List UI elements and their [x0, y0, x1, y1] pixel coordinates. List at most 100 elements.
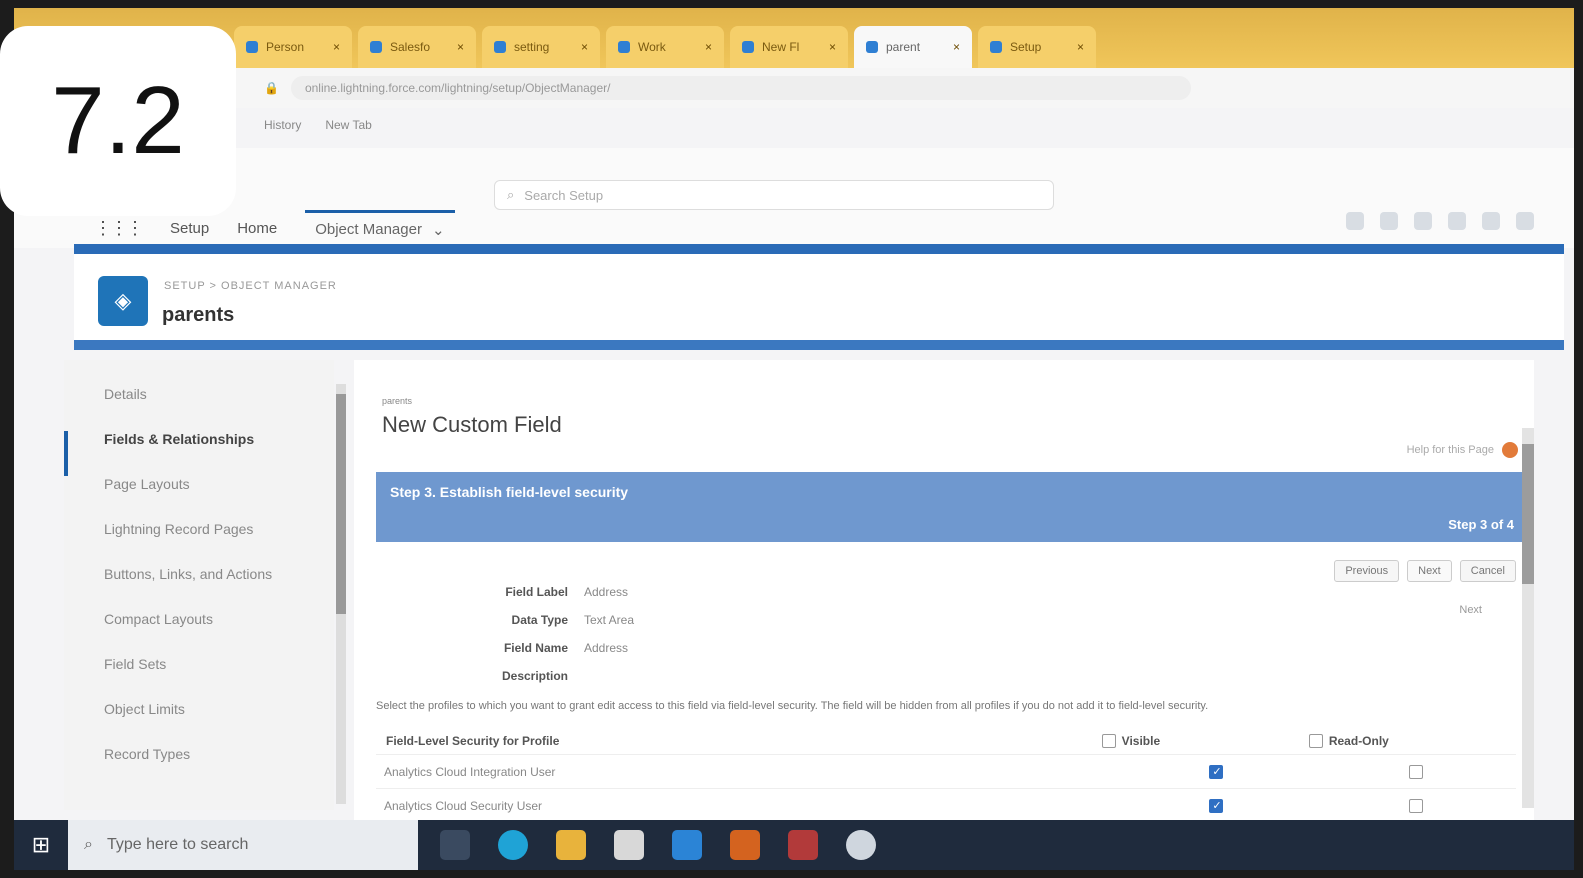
field-summary: Field Label Address Data Type Text Area Fi… — [474, 578, 634, 690]
avatar[interactable] — [1516, 212, 1534, 230]
main-scrollbar[interactable] — [1522, 428, 1534, 808]
previous-button[interactable]: Previous — [1334, 560, 1400, 582]
windows-start-icon[interactable]: ⊞ — [14, 820, 68, 870]
next-button[interactable]: Next — [1407, 560, 1452, 582]
step-count: Step 3 of 4 — [1448, 517, 1514, 532]
visible-col-label: Visible — [1121, 734, 1161, 748]
setup-search-input[interactable]: ⌕ Search Setup — [494, 180, 1054, 210]
sidebar-item-object-limits[interactable]: Object Limits — [64, 701, 334, 746]
app-launcher-icon[interactable]: ⋮⋮⋮ — [94, 218, 144, 239]
browser-tab-active[interactable]: parent × — [854, 26, 972, 68]
field-row: Description — [474, 662, 634, 690]
address-bar-row: 🔒 online.lightning.force.com/lightning/s… — [14, 68, 1574, 108]
store-icon[interactable] — [614, 830, 644, 860]
readonly-col-label: Read-Only — [1328, 734, 1389, 748]
tab-label: Person — [266, 40, 305, 54]
sidebar-scrollbar[interactable] — [336, 384, 346, 804]
add-icon[interactable] — [1380, 212, 1398, 230]
tab-label: Salesfo — [390, 40, 431, 54]
close-icon[interactable]: × — [1077, 40, 1084, 54]
page-kicker: parents — [382, 396, 413, 406]
readonly-checkbox[interactable] — [1409, 798, 1424, 813]
sidebar-item-page-layouts[interactable]: Page Layouts — [64, 476, 334, 521]
browser-tab[interactable]: Work × — [606, 26, 724, 68]
table-header: Field-Level Security for Profile Visible… — [376, 728, 1516, 754]
address-bar[interactable]: online.lightning.force.com/lightning/set… — [290, 76, 1191, 100]
close-icon[interactable]: × — [829, 40, 836, 54]
nav-home[interactable]: Home — [237, 220, 277, 237]
header-blue-band — [74, 244, 1564, 254]
cancel-button[interactable]: Cancel — [1459, 560, 1516, 582]
favicon-icon — [742, 41, 754, 53]
help-for-page-link[interactable]: Help for this Page — [1407, 442, 1518, 458]
breadcrumb[interactable]: SETUP > OBJECT MANAGER — [164, 280, 337, 292]
visible-checkbox[interactable] — [1209, 764, 1224, 779]
gear-icon[interactable] — [1448, 212, 1466, 230]
tab-label: New Fl — [762, 40, 800, 54]
sidebar-item-field-sets[interactable]: Field Sets — [64, 656, 334, 701]
favorites-icon[interactable] — [1346, 212, 1364, 230]
mail-icon[interactable] — [672, 830, 702, 860]
browser-tab[interactable]: New Fl × — [730, 26, 848, 68]
app-icon[interactable] — [788, 830, 818, 860]
sidebar-item-fields-relationships[interactable]: Fields & Relationships — [64, 431, 334, 476]
app-name: Setup — [170, 220, 210, 237]
field-level-security-table: Field-Level Security for Profile Visible… — [376, 728, 1516, 822]
scrollbar-thumb[interactable] — [1522, 444, 1534, 584]
lock-icon: 🔒 — [264, 81, 279, 95]
close-icon[interactable]: × — [333, 40, 340, 54]
object-header: ◈ SETUP > OBJECT MANAGER parents — [74, 254, 1564, 350]
object-sidebar: Details Fields & Relationships Page Layo… — [64, 360, 334, 810]
favicon-icon — [618, 41, 630, 53]
help-icon[interactable] — [1414, 212, 1432, 230]
tab-label: setting — [514, 40, 550, 54]
sidebar-item-buttons-links-actions[interactable]: Buttons, Links, and Actions — [64, 566, 334, 611]
sidebar-item-lightning-record-pages[interactable]: Lightning Record Pages — [64, 521, 334, 566]
header-utility-icons — [1346, 212, 1534, 230]
setup-header: ⌕ Search Setup ⋮⋮⋮ Setup Home Object Man… — [14, 148, 1574, 248]
browser-tab-strip: Person × Salesfo × setting × Work × New Fl × … — [14, 8, 1574, 68]
gear-icon[interactable] — [846, 830, 876, 860]
visible-all-checkbox[interactable] — [1101, 734, 1116, 748]
help-link-label: Help for this Page — [1406, 444, 1494, 456]
close-icon[interactable]: × — [581, 40, 588, 54]
browser-tab[interactable]: Person × — [234, 26, 352, 68]
app-icon[interactable] — [730, 830, 760, 860]
close-icon[interactable]: × — [953, 40, 960, 54]
bookmark-history[interactable]: History — [264, 118, 301, 132]
scrollbar-thumb[interactable] — [336, 394, 346, 614]
close-icon[interactable]: × — [705, 40, 712, 54]
step-label: Step 3. Establish field-level security — [390, 484, 629, 500]
tab-label: Setup — [1010, 40, 1042, 54]
object-layers-icon: ◈ — [98, 276, 148, 326]
page-title: New Custom Field — [382, 412, 562, 437]
sidebar-item-details[interactable]: Details — [64, 386, 334, 431]
browser-tab[interactable]: Salesfo × — [358, 26, 476, 68]
edge-icon[interactable] — [498, 830, 528, 860]
nav-object-manager[interactable]: Object Manager ⌄ — [305, 210, 455, 247]
readonly-checkbox[interactable] — [1409, 764, 1424, 779]
favicon-icon — [990, 41, 1002, 53]
field-key: Description — [501, 669, 568, 683]
chevron-down-icon: ⌄ — [431, 222, 445, 239]
field-key: Field Label — [505, 585, 568, 599]
task-view-icon[interactable] — [440, 830, 470, 860]
browser-tab[interactable]: Setup × — [978, 26, 1096, 68]
taskbar-search[interactable]: ⌕ Type here to search — [68, 820, 418, 870]
sidebar-item-record-types[interactable]: Record Types — [64, 746, 334, 791]
close-icon[interactable]: × — [457, 40, 464, 54]
help-icon — [1502, 442, 1518, 458]
table-row: Analytics Cloud Integration User — [376, 754, 1516, 788]
readonly-all-checkbox[interactable] — [1308, 734, 1323, 748]
bell-icon[interactable] — [1482, 212, 1500, 230]
favicon-icon — [866, 41, 878, 53]
visible-col-header: Visible — [1101, 734, 1309, 748]
sidebar-item-compact-layouts[interactable]: Compact Layouts — [64, 611, 334, 656]
field-value: Address — [584, 585, 629, 599]
browser-tab[interactable]: setting × — [482, 26, 600, 68]
bookmark-new-tab[interactable]: New Tab — [325, 118, 371, 132]
next-tooltip: Next — [1459, 604, 1482, 616]
profile-name: Analytics Cloud Integration User — [384, 764, 556, 779]
visible-checkbox[interactable] — [1209, 798, 1224, 813]
file-explorer-icon[interactable] — [556, 830, 586, 860]
